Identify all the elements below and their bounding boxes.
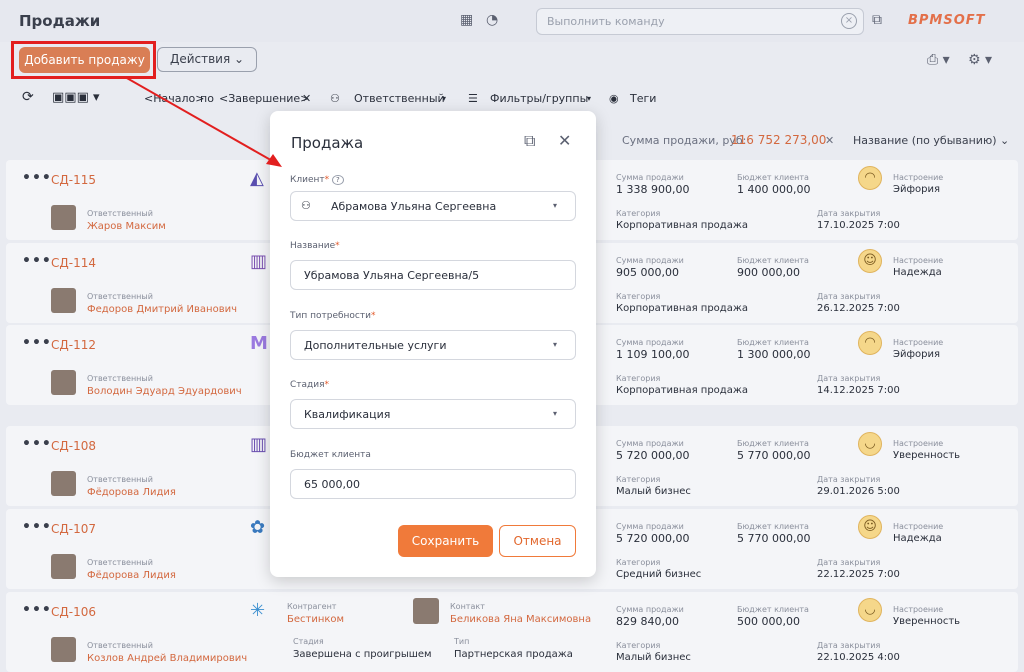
arrow-line — [124, 76, 277, 164]
arrow-head — [266, 154, 282, 167]
annotation-arrow — [124, 76, 282, 167]
